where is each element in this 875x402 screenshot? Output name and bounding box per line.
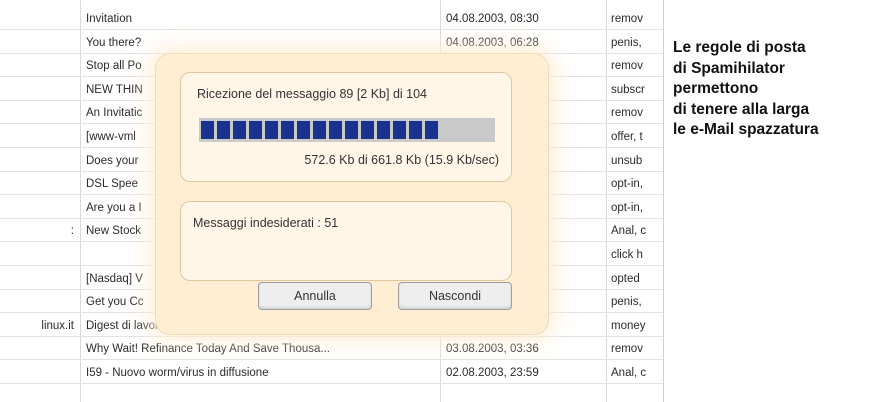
receive-progress-dialog: Ricezione del messaggio 89 [2 Kb] di 104… — [156, 54, 548, 334]
progress-segment — [409, 121, 422, 139]
caption-line: di tenere alla larga — [673, 100, 810, 118]
row-rule: penis, — [611, 36, 642, 49]
table-row[interactable]: I59 - Nuovo worm/virus in diffusione 02.0… — [0, 363, 663, 384]
row-rule: opted — [611, 272, 640, 285]
transfer-status-text: 572.6 Kb di 661.8 Kb (15.9 Kb/sec) — [304, 153, 499, 167]
progress-segment — [329, 121, 342, 139]
progress-segment — [233, 121, 246, 139]
row-date: 04.08.2003, 08:30 — [446, 13, 539, 25]
row-rule: remov — [611, 343, 643, 356]
row-rule: money — [611, 319, 646, 332]
caption: Le regole di posta di Spamihilator perme… — [673, 38, 873, 141]
progress-segment — [265, 121, 278, 139]
caption-line: di Spamihilator — [673, 59, 785, 77]
progress-segment — [297, 121, 310, 139]
row-rule: Anal, c — [611, 367, 647, 379]
row-rule: remov — [611, 60, 643, 73]
progress-bar — [199, 118, 495, 142]
row-sender: : — [70, 225, 74, 238]
progress-bar-fill — [201, 121, 441, 139]
hide-button[interactable]: Nascondi — [398, 282, 512, 310]
progress-segment — [393, 121, 406, 139]
caption-line: permettono — [673, 80, 759, 97]
row-date: 03.08.2003, 03:36 — [446, 343, 539, 356]
caption-line: Le regole di posta — [673, 39, 806, 56]
progress-panel: Ricezione del messaggio 89 [2 Kb] di 104… — [180, 72, 512, 182]
progress-segment — [345, 121, 358, 139]
row-rule: unsub — [611, 154, 643, 167]
row-subject: Invitation — [86, 13, 133, 25]
unwanted-count-text: Messaggi indesiderati : 51 — [193, 216, 339, 230]
row-sender: linux.it — [41, 319, 74, 332]
row-subject: You there? — [86, 36, 142, 49]
row-date: 04.08.2003, 06:28 — [446, 36, 539, 49]
row-date: 02.08.2003, 23:59 — [446, 367, 539, 379]
row-rule: remov — [611, 107, 643, 120]
row-rule: click h — [611, 249, 643, 261]
table-row[interactable]: Why Wait! Refinance Today And Save Thous… — [0, 339, 663, 361]
progress-segment — [217, 121, 230, 139]
caption-line: le e-Mail spazzatura — [673, 121, 819, 138]
cancel-button[interactable]: Annulla — [258, 282, 372, 310]
row-subject: I59 - Nuovo worm/virus in diffusione — [86, 367, 269, 379]
row-rule: Anal, c — [611, 225, 647, 238]
row-subject: Why Wait! Refinance Today And Save Thous… — [86, 343, 330, 356]
table-row[interactable]: You there? 04.08.2003, 06:28 penis, — [0, 33, 663, 54]
receiving-status-text: Ricezione del messaggio 89 [2 Kb] di 104 — [197, 87, 428, 101]
progress-segment — [361, 121, 374, 139]
progress-segment — [281, 121, 294, 139]
row-rule: opt-in, — [611, 178, 643, 191]
row-rule: remov — [611, 13, 643, 25]
progress-segment — [249, 121, 262, 139]
progress-segment — [313, 121, 326, 139]
progress-segment — [377, 121, 390, 139]
unwanted-panel: Messaggi indesiderati : 51 — [180, 201, 512, 281]
row-rule: opt-in, — [611, 201, 643, 214]
row-rule: subscr — [611, 83, 645, 96]
row-rule: offer, t — [611, 131, 643, 143]
table-row[interactable]: Invitation 04.08.2003, 08:30 remov — [0, 9, 663, 30]
row-rule: penis, — [611, 296, 642, 309]
progress-segment — [425, 121, 438, 139]
progress-segment — [201, 121, 214, 139]
